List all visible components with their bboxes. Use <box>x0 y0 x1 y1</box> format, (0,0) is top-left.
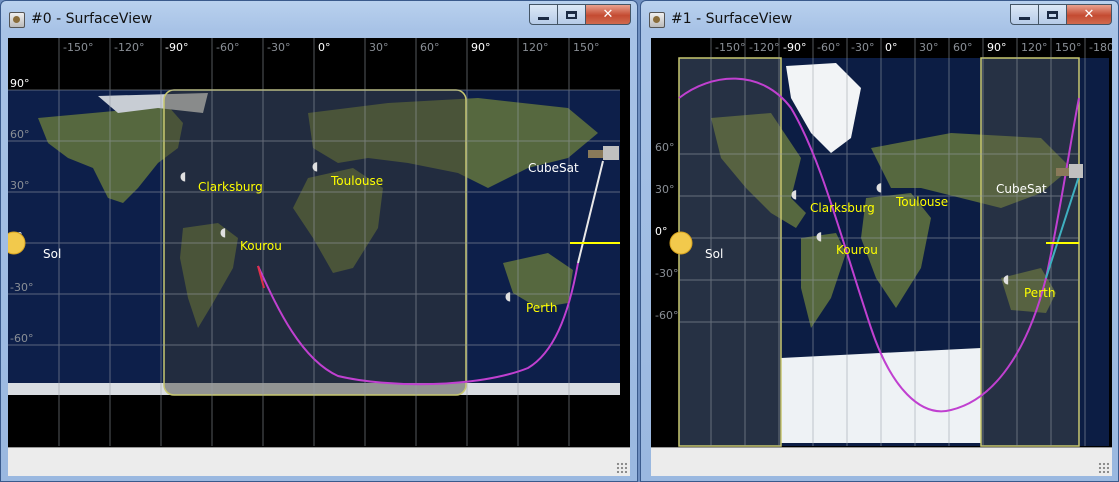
longitude-tick-label: 120° <box>522 41 549 54</box>
longitude-tick-label: -30° <box>851 41 874 54</box>
dish-icon: ◖ <box>791 187 797 201</box>
dish-icon: ◖ <box>312 159 318 173</box>
latitude-tick-label: -30° <box>10 281 33 294</box>
longitude-tick-label: 60° <box>420 41 440 54</box>
close-icon: ✕ <box>602 7 614 22</box>
close-button[interactable]: ✕ <box>585 4 631 25</box>
resize-grip[interactable] <box>616 462 627 473</box>
dish-icon: ◖ <box>505 289 511 303</box>
minimize-icon <box>1019 16 1030 20</box>
longitude-tick-label: 30° <box>369 41 389 54</box>
map-view[interactable]: -150° -120° -90° -60° -30° 0° 30° 60° 90° 120° 150… <box>8 38 630 476</box>
longitude-tick-label: -60° <box>216 41 239 54</box>
maximize-icon <box>566 10 577 19</box>
surfaceview-window-1: #1 - SurfaceView ✕ -150° -120° -90° -60° -30… <box>640 0 1119 482</box>
cubesat-label: CubeSat <box>996 182 1047 196</box>
sun-label: Sol <box>705 247 723 261</box>
longitude-tick-label: 30° <box>919 41 939 54</box>
sun-footprint-east <box>980 57 1080 447</box>
latitude-tick-label: 30° <box>10 179 30 192</box>
dish-icon: ◖ <box>876 180 882 194</box>
title-bar[interactable]: #1 - SurfaceView ✕ <box>641 1 1118 37</box>
maximize-button[interactable] <box>1038 4 1067 25</box>
longitude-tick-label: 90° <box>471 41 491 54</box>
longitude-tick-label: 150° <box>1055 41 1082 54</box>
longitude-tick-label: -180 <box>1089 41 1112 54</box>
longitude-tick-label: 0° <box>318 41 331 54</box>
sun-label: Sol <box>43 247 61 261</box>
station-label: Clarksburg <box>198 180 263 194</box>
station-label: Kourou <box>836 243 878 257</box>
minimize-button[interactable] <box>1010 4 1039 25</box>
longitude-tick-label: -120° <box>749 41 779 54</box>
surfaceview-window-0: #0 - SurfaceView ✕ -150° -120° -90° -60°… <box>0 0 638 482</box>
station-label: Clarksburg <box>810 201 875 215</box>
window-title: #1 - SurfaceView <box>671 11 793 27</box>
dish-icon: ◖ <box>816 229 822 243</box>
latitude-tick-label: -60° <box>655 309 678 322</box>
latitude-tick-label: 0° <box>655 225 668 238</box>
station-label: Perth <box>1024 286 1055 300</box>
dish-icon: ◖ <box>1003 272 1009 286</box>
longitude-tick-label: -60° <box>817 41 840 54</box>
latitude-tick-label: 30° <box>655 183 675 196</box>
longitude-ticks: -150° -120° -90° -60° -30° 0° 30° 60° 90° 120° 150… <box>63 41 600 54</box>
dish-icon: ◖ <box>220 225 226 239</box>
app-icon[interactable] <box>649 12 665 28</box>
cubesat-label: CubeSat <box>528 161 579 175</box>
longitude-tick-label: 120° <box>1021 41 1048 54</box>
sun-icon <box>8 231 26 255</box>
close-button[interactable]: ✕ <box>1066 4 1112 25</box>
longitude-tick-label: -90° <box>783 41 806 54</box>
maximize-button[interactable] <box>557 4 586 25</box>
longitude-tick-label: 150° <box>573 41 600 54</box>
dish-icon: ◖ <box>180 169 186 183</box>
longitude-tick-label: 0° <box>885 41 898 54</box>
maximize-icon <box>1047 10 1058 19</box>
app-icon[interactable] <box>9 12 25 28</box>
latitude-tick-label: 90° <box>10 77 30 90</box>
sun-footprint-west <box>678 57 782 447</box>
station-label: Perth <box>526 301 557 315</box>
title-bar[interactable]: #0 - SurfaceView ✕ <box>1 1 637 37</box>
close-icon: ✕ <box>1083 7 1095 22</box>
longitude-tick-label: -150° <box>715 41 745 54</box>
longitude-ticks: -150° -120° -90° -60° -30° 0° 30° 60° 90° 120° 150… <box>715 41 1112 54</box>
resize-grip[interactable] <box>1098 462 1109 473</box>
window-title: #0 - SurfaceView <box>31 11 153 27</box>
minimize-icon <box>538 16 549 20</box>
longitude-tick-label: -120° <box>114 41 144 54</box>
station-label: Kourou <box>240 239 282 253</box>
status-bar <box>8 447 630 476</box>
longitude-tick-label: 60° <box>953 41 973 54</box>
latitude-tick-label: -60° <box>10 332 33 345</box>
station-label: Toulouse <box>330 174 383 188</box>
longitude-tick-label: -30° <box>267 41 290 54</box>
longitude-tick-label: -90° <box>165 41 188 54</box>
latitude-tick-label: -30° <box>655 267 678 280</box>
map-view[interactable]: -150° -120° -90° -60° -30° 0° 30° 60° 90° 120° 150… <box>651 38 1112 476</box>
minimize-button[interactable] <box>529 4 558 25</box>
latitude-tick-label: 60° <box>655 141 675 154</box>
sun-icon <box>669 231 693 255</box>
longitude-tick-label: 90° <box>987 41 1007 54</box>
latitude-tick-label: 60° <box>10 128 30 141</box>
latitude-ticks: 60° 30° 0° -30° -60° <box>655 141 678 322</box>
station-label: Toulouse <box>895 195 948 209</box>
status-bar <box>651 447 1112 476</box>
longitude-tick-label: -150° <box>63 41 93 54</box>
